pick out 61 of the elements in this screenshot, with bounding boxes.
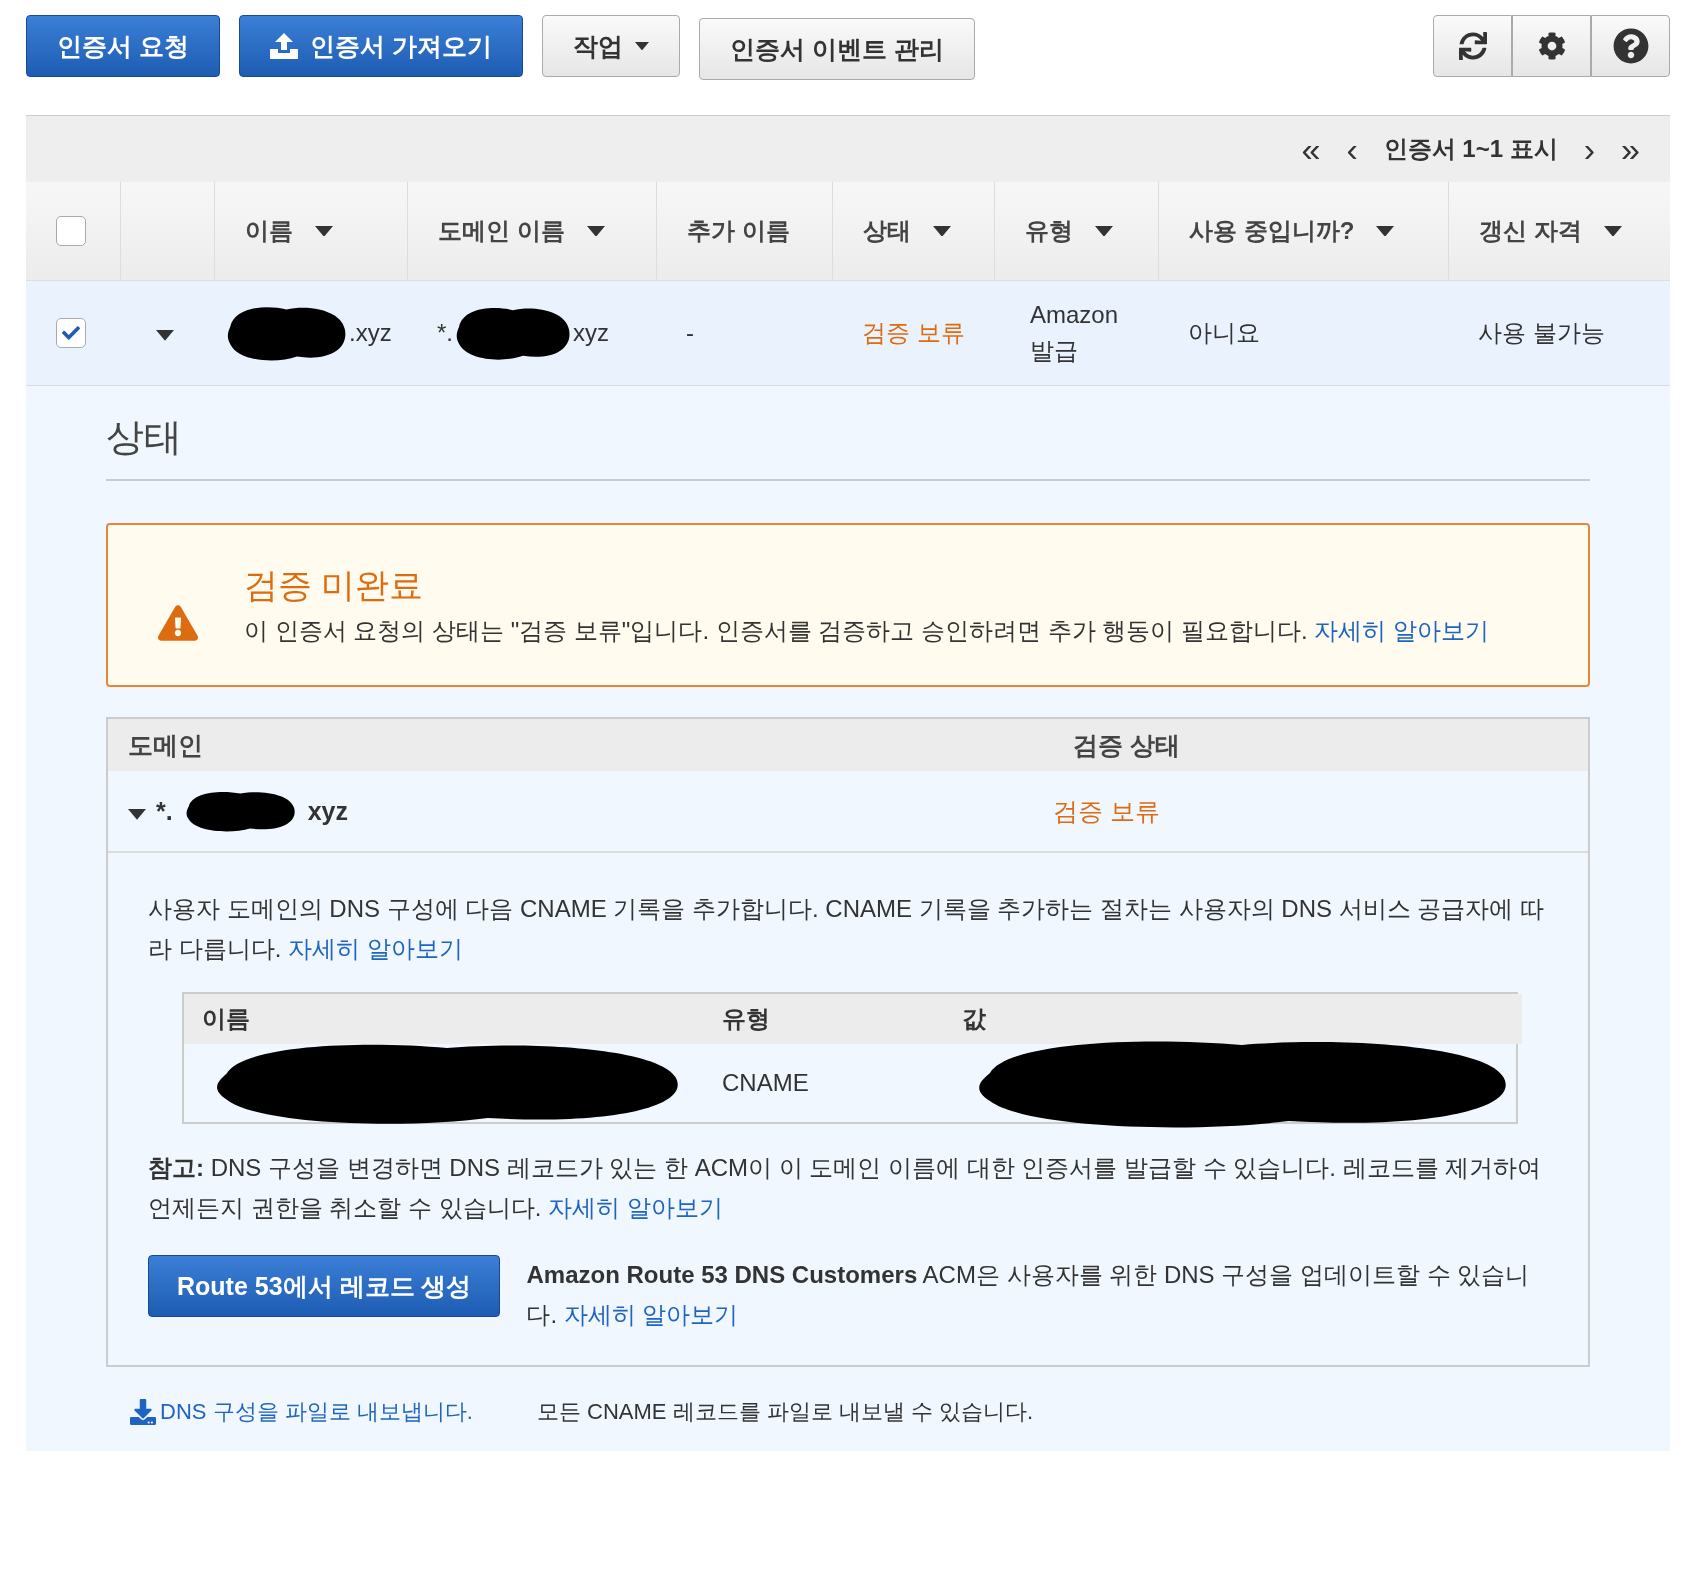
caret-icon [156,330,174,341]
download-icon [130,1398,156,1425]
learn-more-link[interactable]: 자세히 알아보기 [288,934,463,962]
column-header[interactable]: 상태 [832,182,994,281]
warning-icon [158,603,198,643]
domain-text: .xyz [349,318,392,348]
checkbox[interactable] [56,216,86,246]
dropdown-button[interactable]: 작업 [541,15,680,77]
status-text: 검증 보류 [1053,795,1160,827]
settings-button[interactable] [1512,15,1591,77]
help-button[interactable] [1591,15,1670,77]
note-text: 참고: DNS 구성을 변경하면 DNS 레코드가 있는 한 ACM이 이 도메인 이름에 대한 인증서를 발급할 수 있습니다. 레코드를 제거하여 언제든지 권한을 취소할 수 있습니다. 자세히 알아보기 [148,1153,1543,1223]
table-cell: 아니요 [1158,281,1448,386]
alert-title: 검증 미완료 [244,565,425,606]
upload-icon [269,33,298,59]
instructions-text: 사용자 도메인의 DNS 구성에 다음 CNAME 기록을 추가합니다. CNAME 기록을 추가하는 절차는 사용자의 DNS 서비스 공급자에 따라 다릅니다. 자세히 알아보기 [148,894,1546,964]
learn-more-link[interactable]: 자세히 알아보기 [563,1300,739,1328]
domain-text: xyz [307,796,348,826]
toolbar-button[interactable]: 인증서 이벤트 관리 [698,18,975,80]
caret-icon [128,808,146,820]
refresh-button[interactable] [1433,15,1512,77]
settings-icon [1537,32,1566,60]
check-icon [62,324,80,342]
column-header[interactable]: 사용 중입니까? [1158,182,1448,281]
column-header[interactable]: 갱신 자격 [1448,182,1670,281]
table-cell: Amazon 발급 [994,281,1158,386]
table-cell: - [656,281,832,386]
column-header[interactable]: 도메인 이름 [407,182,656,281]
status-cell: 검증 보류 [832,281,994,386]
column-header: 도메인 [128,729,204,761]
domain-text: *. [437,318,453,348]
table-cell: 사용 불가능 [1448,281,1670,386]
toolbar-button[interactable]: 인증서 가져오기 [238,15,523,77]
learn-more-link[interactable]: 자세히 알아보기 [548,1193,723,1221]
alert-message: 이 인증서 요청의 상태는 "검증 보류"입니다. 인증서를 검증하고 승인하려면 추가 행동이 필요합니다. 자세히 알아보기 [244,616,1490,646]
column-header[interactable]: 유형 [994,182,1158,281]
column-header: 값 [944,994,1522,1045]
create-record-button[interactable]: Route 53에서 레코드 생성 [148,1255,501,1318]
column-header[interactable]: 이름 [214,182,407,281]
page-info: 인증서 1~1 표시 [1383,134,1558,164]
previous-page-button[interactable]: ‹ [1346,129,1358,169]
domain-text: *. [156,796,173,826]
column-header: 추가 이름 [656,182,832,281]
toolbar-button[interactable]: 인증서 요청 [26,15,220,77]
export-hint: 모든 CNAME 레코드를 파일로 내보낼 수 있습니다. [536,1397,1034,1426]
export-link[interactable]: DNS 구성을 파일로 내보냅니다. [130,1396,473,1427]
refresh-icon [1458,32,1487,60]
next-page-button[interactable]: › [1583,129,1596,169]
route53-text: Amazon Route 53 DNS Customers ACM은 사용자를 위한 DNS 구성을 업데이트할 수 있습니다. 자세히 알아보기 [526,1260,1531,1330]
caret-icon [634,41,649,51]
learn-more-link[interactable]: 자세히 알아보기 [1314,617,1490,644]
column-header: 이름 [184,994,704,1045]
domain-text: xyz [573,318,609,348]
column-header: 유형 [704,994,944,1045]
checkbox[interactable] [56,318,86,348]
table-cell-text: CNAME [721,1068,810,1099]
column-header: 검증 상태 [1073,729,1181,761]
section-heading: 상태 [106,400,1590,481]
help-icon [1612,28,1649,64]
first-page-button[interactable]: « [1301,129,1321,169]
last-page-button[interactable]: » [1621,129,1640,169]
